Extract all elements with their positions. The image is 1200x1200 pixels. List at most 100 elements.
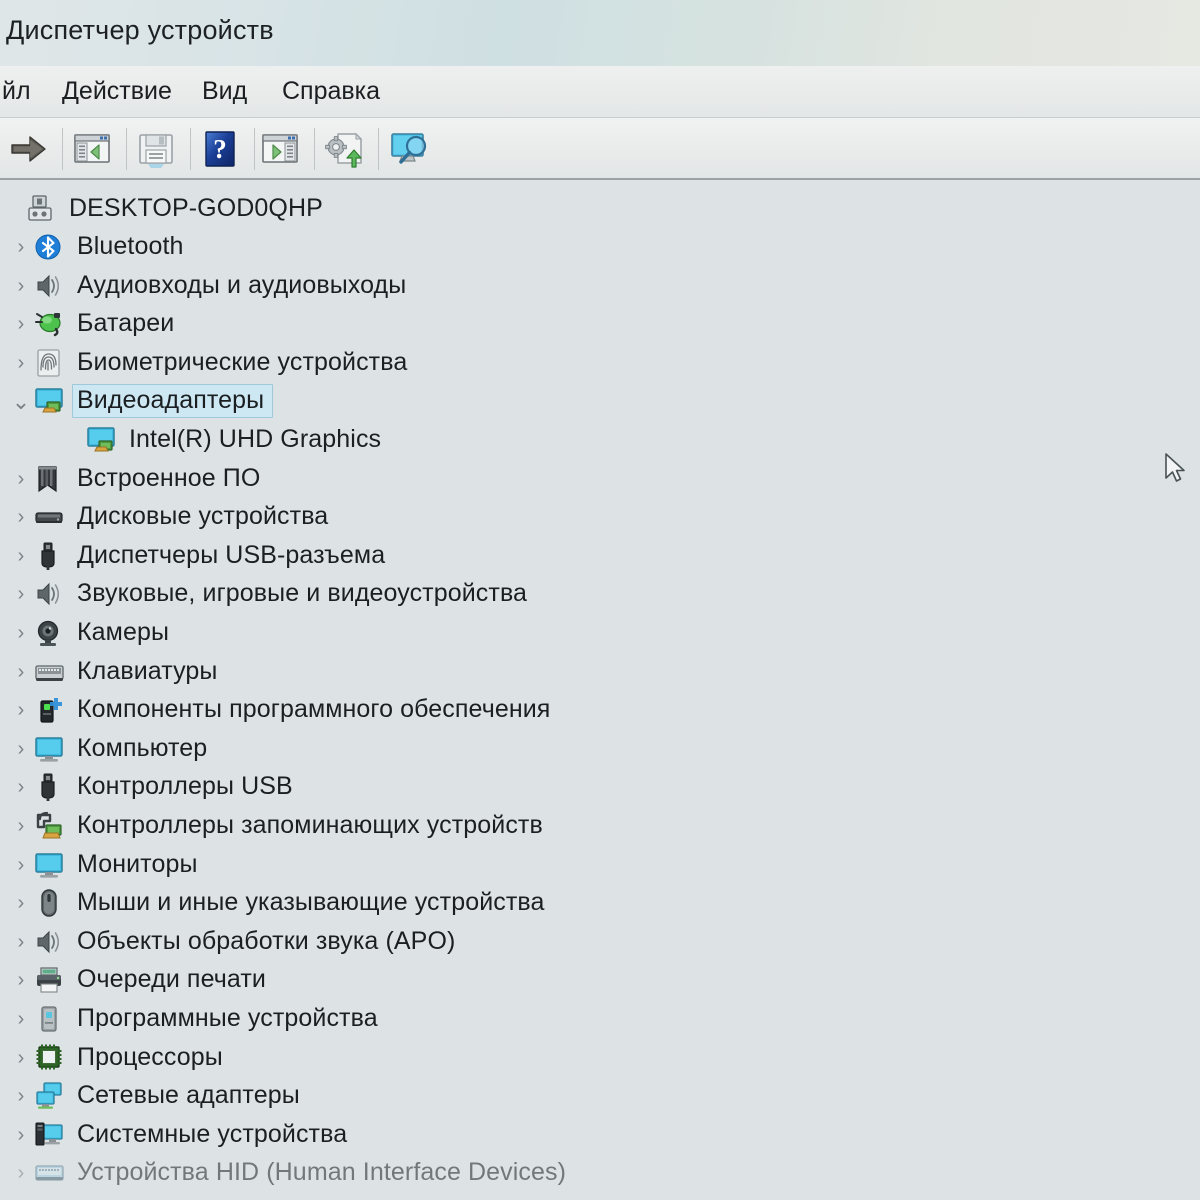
tree-item-19[interactable]: › Объекты обработки звука (APO) <box>8 923 464 961</box>
tree-item-label: Мониторы <box>77 849 198 878</box>
chevron-right-icon[interactable]: › <box>8 932 34 952</box>
menu-view[interactable]: Вид <box>196 74 253 109</box>
chevron-right-icon[interactable]: › <box>8 1125 34 1145</box>
tree-item-label: Звуковые, игровые и видеоустройства <box>77 579 528 608</box>
tree-item-label-wrap: Очереди печати <box>72 963 275 997</box>
toolbar-separator-6 <box>378 128 379 170</box>
tree-item-22[interactable]: › Процессоры <box>8 1039 232 1077</box>
chevron-right-icon[interactable]: › <box>8 1163 34 1183</box>
show-hidden-panel-button[interactable] <box>258 127 302 171</box>
chevron-right-icon[interactable]: › <box>8 276 34 296</box>
tree-item-label-wrap: Дисковые устройства <box>72 500 337 534</box>
toolbar-separator-4 <box>254 128 255 170</box>
menu-action[interactable]: Действие <box>56 74 178 109</box>
tree-item-label: Диспетчеры USB-разъема <box>77 540 386 569</box>
tree-item-2[interactable]: › Аудиовходы и аудиовыходы <box>8 267 415 305</box>
tree-item-label: Программные устройства <box>77 1004 378 1032</box>
chevron-down-icon[interactable]: ⌄ <box>8 390 34 412</box>
window-title: Диспетчер устройств <box>6 15 274 45</box>
tree-root-label: DESKTOP-GOD0QHP <box>69 194 323 222</box>
chevron-right-icon[interactable]: › <box>8 1009 34 1029</box>
show-hidden-panel-icon <box>262 134 298 163</box>
toolbar-separator-1 <box>62 128 63 170</box>
tree-item-label-wrap: Аудиовходы и аудиовыходы <box>72 269 415 303</box>
tree-item-label-wrap: Программные устройства <box>72 1002 387 1036</box>
computer-root-icon <box>26 194 60 224</box>
tree-item-13[interactable]: › Компоненты программного обеспечения <box>8 691 559 729</box>
chevron-right-icon[interactable]: › <box>8 662 34 682</box>
chevron-right-icon[interactable]: › <box>8 1086 34 1106</box>
tree-item-10[interactable]: › Звуковые, игровые и видеоустройства <box>8 575 536 613</box>
menu-help[interactable]: Справка <box>276 74 386 109</box>
chevron-right-icon[interactable]: › <box>8 353 34 373</box>
update-driver-button[interactable] <box>322 127 366 171</box>
tree-item-label-wrap: Видеоадаптеры <box>72 384 274 419</box>
tree-item-9[interactable]: › Диспетчеры USB-разъема <box>8 537 394 575</box>
chevron-right-icon[interactable]: › <box>8 816 34 836</box>
tree-item-label-wrap: Сетевые адаптеры <box>72 1079 309 1113</box>
tree-item-24[interactable]: › Системные устройства <box>8 1116 356 1154</box>
display-adapter-icon <box>86 425 120 455</box>
fingerprint-icon <box>34 348 68 378</box>
svg-text:?: ? <box>213 134 227 164</box>
keyboard-icon <box>34 657 68 687</box>
tree-item-8[interactable]: › Дисковые устройства <box>8 498 337 536</box>
chevron-right-icon[interactable]: › <box>8 739 34 759</box>
help-button[interactable]: ? <box>198 127 242 171</box>
forward-arrow-button[interactable] <box>6 127 50 171</box>
tree-item-label: Компоненты программного обеспечения <box>77 695 551 724</box>
tree-item-20[interactable]: › Очереди печати <box>8 961 275 999</box>
tree-item-label: Камеры <box>77 618 170 646</box>
chevron-right-icon[interactable]: › <box>8 855 34 875</box>
tree-item-17[interactable]: › Мониторы <box>8 846 207 884</box>
usb-connector-icon <box>34 772 68 802</box>
chevron-right-icon[interactable]: › <box>8 237 34 257</box>
tree-item-14[interactable]: › Компьютер <box>8 730 216 768</box>
tree-item-4[interactable]: › Биометрические устройства <box>8 344 416 382</box>
tree-item-16[interactable]: › Контроллеры запоминающих устройств <box>8 807 552 845</box>
tree-item-6[interactable]: › Intel(R) UHD Graphics <box>60 421 390 459</box>
chevron-right-icon[interactable]: › <box>8 1048 34 1068</box>
properties-panel-icon <box>74 134 110 163</box>
chevron-right-icon[interactable]: › <box>8 893 34 913</box>
system-device-icon <box>34 1120 68 1150</box>
tree-item-label-wrap: Диспетчеры USB-разъема <box>72 539 394 573</box>
tree-item-23[interactable]: › Сетевые адаптеры <box>8 1077 309 1115</box>
display-adapter-icon <box>34 386 68 416</box>
chevron-right-icon[interactable]: › <box>8 623 34 643</box>
tree-item-label: Мыши и иные указывающие устройства <box>77 888 545 917</box>
tree-item-5[interactable]: ⌄ Видеоадаптеры <box>8 382 274 420</box>
scan-hardware-changes-icon <box>391 133 427 164</box>
chevron-right-icon[interactable]: › <box>8 546 34 566</box>
tree-item-label: Очереди печати <box>77 965 266 994</box>
tree-item-1[interactable]: › Bluetooth <box>8 228 193 266</box>
battery-icon <box>34 309 68 339</box>
device-tree[interactable]: › DESKTOP-GOD0QHP › Bluetooth › Аудиовходы … <box>0 180 1200 1200</box>
camera-icon <box>34 618 68 648</box>
help-icon: ? <box>205 131 235 167</box>
tree-item-label: Intel(R) UHD Graphics <box>129 425 382 453</box>
expander-placeholder: › <box>60 430 86 450</box>
tree-item-11[interactable]: › Камеры <box>8 614 178 652</box>
chevron-right-icon[interactable]: › <box>8 700 34 720</box>
scan-hardware-changes-button[interactable] <box>388 127 432 171</box>
tree-item-15[interactable]: › Контроллеры USB <box>8 768 302 806</box>
tree-root-item[interactable]: › DESKTOP-GOD0QHP <box>0 190 332 228</box>
chevron-right-icon[interactable]: › <box>8 777 34 797</box>
save-console-button[interactable] <box>134 127 178 171</box>
tree-item-18[interactable]: › Мыши и иные указывающие устройства <box>8 884 554 922</box>
tree-item-3[interactable]: › Батареи <box>8 305 183 343</box>
tree-item-25[interactable]: › Устройства HID (Human Interface Devices… <box>8 1154 575 1192</box>
menu-file[interactable]: йл <box>0 74 37 109</box>
tree-item-21[interactable]: › Программные устройства <box>8 1000 387 1038</box>
chevron-right-icon[interactable]: › <box>8 469 34 489</box>
chevron-right-icon[interactable]: › <box>8 314 34 334</box>
properties-panel-button[interactable] <box>70 127 114 171</box>
chevron-right-icon[interactable]: › <box>8 970 34 990</box>
chevron-right-icon[interactable]: › <box>8 584 34 604</box>
chevron-right-icon[interactable]: › <box>8 507 34 527</box>
tree-item-7[interactable]: › Встроенное ПО <box>8 460 269 498</box>
tree-item-label-wrap: Устройства HID (Human Interface Devices) <box>72 1156 575 1190</box>
tree-item-label-wrap: Контроллеры USB <box>72 770 302 804</box>
tree-item-12[interactable]: › Клавиатуры <box>8 653 226 691</box>
